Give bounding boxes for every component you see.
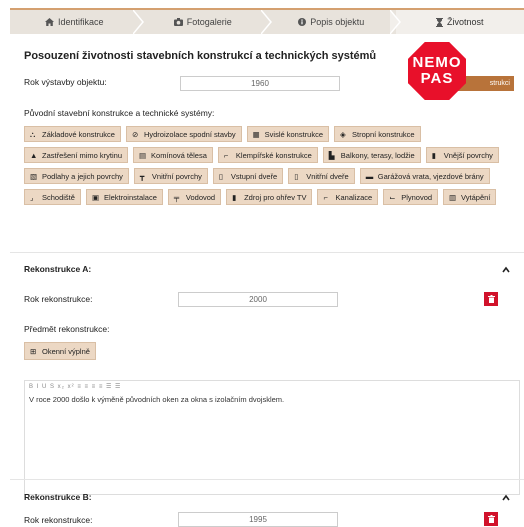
rek-a-subject-label: Předmět rekonstrukce: xyxy=(24,324,110,334)
trash-icon xyxy=(487,515,495,523)
radiator-icon: ▥ xyxy=(449,193,457,202)
tab-label: Životnost xyxy=(446,17,484,27)
electric-icon: ▣ xyxy=(91,193,100,202)
editor-content[interactable]: V roce 2000 došlo k výměně původních oke… xyxy=(25,393,519,406)
tab-identifikace[interactable]: Identifikace xyxy=(10,10,144,34)
subject-chip[interactable]: ⊞ Okenní výplně xyxy=(24,342,96,360)
foundation-icon: ⛬ xyxy=(30,130,36,139)
interior-door-icon: ▯ xyxy=(294,172,299,181)
system-chip[interactable]: ┳ Vnitřní povrchy xyxy=(133,168,208,184)
year-built-input[interactable]: 1960 xyxy=(180,76,340,91)
gas-icon: ⌙ xyxy=(389,193,396,202)
system-chip[interactable]: ▲ Zastřešení mimo krytinu xyxy=(24,147,129,163)
system-chip[interactable]: ╤ Vodovod xyxy=(167,189,222,205)
system-chip[interactable]: ▮ Vnější povrchy xyxy=(425,147,499,163)
entrance-door-icon: ▯ xyxy=(218,172,224,181)
system-chip[interactable]: ⌐ Klempířské konstrukce xyxy=(217,147,318,163)
system-chip[interactable]: ⌟ Schodiště xyxy=(24,189,81,205)
facade-icon: ▮ xyxy=(431,151,436,160)
systems-list: ⛬ Základové konstrukce ⊘ Hydroizolace spod… xyxy=(24,126,524,205)
ceiling-icon: ◈ xyxy=(340,130,346,139)
rek-a-year-input[interactable]: 2000 xyxy=(178,292,338,307)
stairs-icon: ⌟ xyxy=(30,193,34,202)
tab-label: Fotogalerie xyxy=(186,17,232,27)
systems-label: Původní stavební konstrukce a technické … xyxy=(24,108,215,118)
water-heater-icon: ▮ xyxy=(232,193,237,202)
system-chip[interactable]: ▯ Vnitřní dveře xyxy=(288,168,355,184)
paint-roller-icon: ┳ xyxy=(139,172,145,181)
chimney-icon: ▤ xyxy=(139,151,147,160)
system-chip[interactable]: ▣ Elektroinstalace xyxy=(85,189,163,205)
balcony-icon: ▙ xyxy=(328,151,335,160)
gutter-icon: ⌐ xyxy=(223,151,229,160)
tab-label: Identifikace xyxy=(57,17,104,27)
water-tap-icon: ╤ xyxy=(173,193,180,202)
system-chip[interactable]: ▬ Garážová vrata, vjezdové brány xyxy=(359,168,490,184)
system-chip[interactable]: ▮ Zdroj pro ohřev TV xyxy=(226,189,313,205)
roof-icon: ▲ xyxy=(30,151,38,160)
year-built-label: Rok výstavby objektu: xyxy=(24,77,107,87)
camera-icon xyxy=(173,18,183,26)
editor-toolbar[interactable]: B I U S x₂ x² ≡ ≡ ≡ ≡ ☰ ☰ xyxy=(25,381,519,393)
nemo-pas-badge: NEMO PAS xyxy=(408,42,466,100)
system-chip[interactable]: ⌙ Plynovod xyxy=(383,189,439,205)
sewer-icon: ⌐ xyxy=(323,193,328,202)
waterproofing-icon: ⊘ xyxy=(131,130,139,139)
reconstruction-a-title: Rekonstrukce A: xyxy=(24,264,92,274)
system-chip[interactable]: ▯ Vstupní dveře xyxy=(212,168,284,184)
delete-button[interactable] xyxy=(484,512,498,526)
info-icon xyxy=(298,18,307,26)
section-divider xyxy=(10,252,524,253)
nemo-text: NEMO xyxy=(412,54,462,71)
system-chip[interactable]: ▥ Vytápění xyxy=(443,189,497,205)
section-divider xyxy=(10,479,524,480)
hourglass-icon xyxy=(435,17,443,27)
system-chip[interactable]: ⛬ Základové konstrukce xyxy=(24,126,121,142)
pas-text: PAS xyxy=(420,70,454,87)
floor-icon: ▧ xyxy=(30,172,38,181)
system-chip[interactable]: ◈ Stropní konstrukce xyxy=(334,126,421,142)
tab-popis-objektu[interactable]: Popis objektu xyxy=(267,10,401,34)
wall-icon: ▦ xyxy=(252,130,260,139)
tab-zivotnost[interactable]: Životnost xyxy=(395,10,524,34)
system-chip[interactable]: ▧ Podlahy a jejich povrchy xyxy=(24,168,129,184)
rek-b-year-label: Rok rekonstrukce: xyxy=(24,515,93,525)
system-chip[interactable]: ⌐ Kanalizace xyxy=(317,189,379,205)
rich-text-editor[interactable]: B I U S x₂ x² ≡ ≡ ≡ ≡ ☰ ☰ V roce 2000 do… xyxy=(24,380,520,495)
garage-icon: ▬ xyxy=(365,172,374,181)
system-chip[interactable]: ▙ Balkony, terasy, lodžie xyxy=(322,147,421,163)
home-icon xyxy=(44,18,54,26)
tab-label: Popis objektu xyxy=(310,17,365,27)
reconstruction-b-title: Rekonstrukce B: xyxy=(24,492,92,502)
tab-fotogalerie[interactable]: Fotogalerie xyxy=(139,10,272,34)
delete-button[interactable] xyxy=(484,292,498,306)
system-chip[interactable]: ⊘ Hydroizolace spodní stavby xyxy=(125,126,242,142)
system-chip[interactable]: ▦ Svislé konstrukce xyxy=(246,126,330,142)
main-panel: Posouzení životnosti stavebních konstruk… xyxy=(10,34,524,527)
page-title: Posouzení životnosti stavebních konstruk… xyxy=(24,50,377,62)
window-icon: ⊞ xyxy=(30,347,37,356)
chevron-up-icon[interactable] xyxy=(502,494,510,502)
system-chip[interactable]: ▤ Komínová tělesa xyxy=(133,147,213,163)
chevron-up-icon[interactable] xyxy=(502,266,510,274)
tab-bar: Identifikace Fotogalerie Popis objektu Ž… xyxy=(10,10,524,34)
rek-a-year-label: Rok rekonstrukce: xyxy=(24,294,93,304)
rek-b-year-input[interactable]: 1995 xyxy=(178,512,338,527)
trash-icon xyxy=(487,295,495,303)
